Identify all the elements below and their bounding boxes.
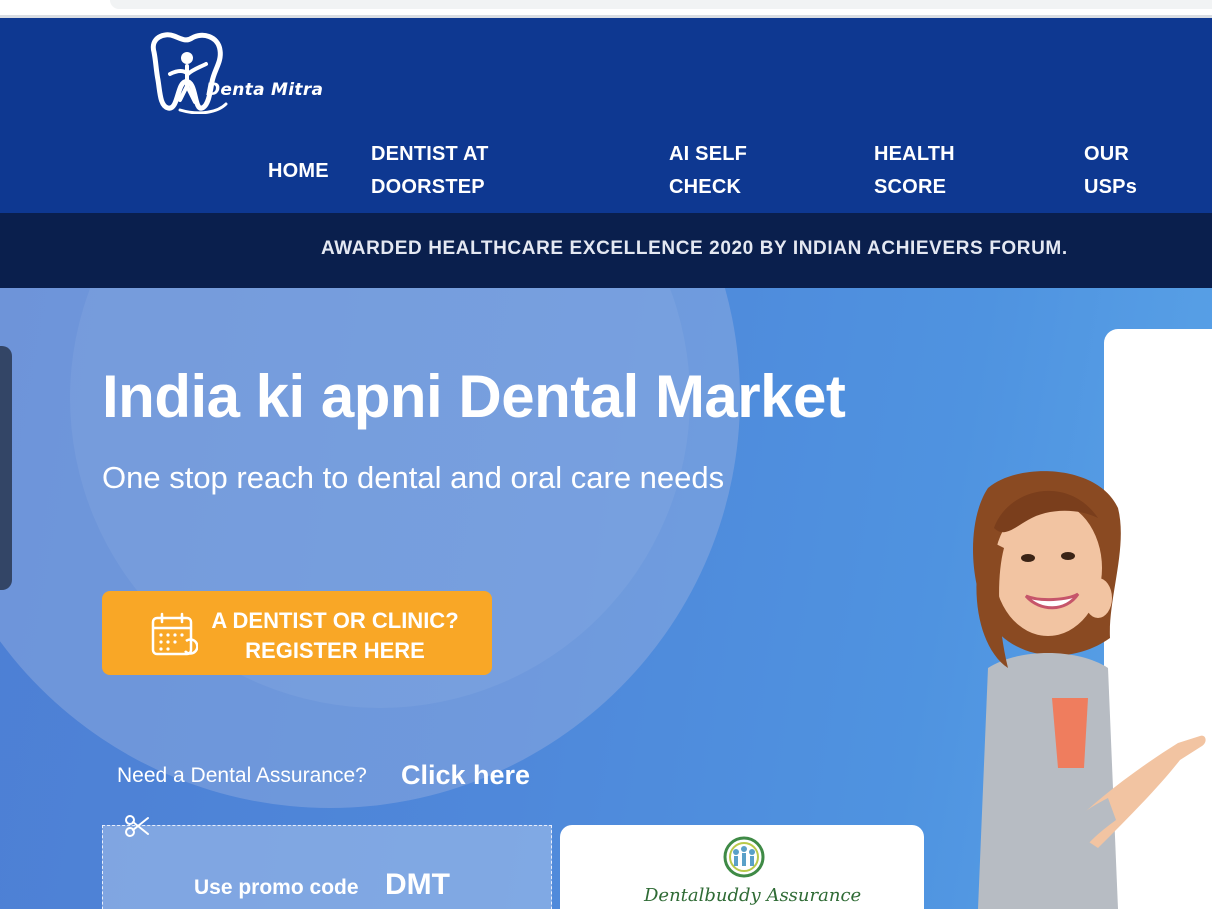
nav-ai-self-check[interactable]: AI SELF CHECK <box>669 138 747 204</box>
register-dentist-button[interactable]: A DENTIST OR CLINIC? REGISTER HERE <box>102 591 492 675</box>
calendar-icon <box>151 612 198 656</box>
nav-label-line1: DENTIST AT <box>371 143 489 165</box>
hero-title: India ki apni Dental Market <box>102 363 846 430</box>
promo-code: DMT <box>385 868 450 901</box>
browser-tab-bar <box>110 0 1212 9</box>
register-button-line1: A DENTIST OR CLINIC? <box>211 608 459 633</box>
scissors-icon <box>125 815 149 837</box>
nav-label-line2: SCORE <box>874 176 947 198</box>
brand-name[interactable]: Denta Mitra <box>206 80 323 100</box>
nav-home[interactable]: HOME <box>268 155 329 188</box>
nav-dentist-at-doorstep[interactable]: DENTIST AT DOORSTEP <box>371 138 489 204</box>
social-sidebar <box>0 346 12 590</box>
browser-top-strip <box>0 0 1212 18</box>
nav-label-line2: DOORSTEP <box>371 176 485 198</box>
smiling-woman-image <box>973 471 1206 909</box>
hero-section: India ki apni Dental Market One stop rea… <box>0 288 1212 909</box>
site-header: Denta Mitra HOME DENTIST AT DOORSTEP AI … <box>0 18 1212 213</box>
nav-health-score[interactable]: HEALTH SCORE <box>874 138 955 204</box>
nav-label-line2: CHECK <box>669 176 742 198</box>
assurance-click-here-link[interactable]: Click here <box>401 760 530 791</box>
nav-home-label: HOME <box>268 160 329 182</box>
register-button-line2: REGISTER HERE <box>245 638 425 663</box>
award-banner-text: AWARDED HEALTHCARE EXCELLENCE 2020 BY IN… <box>321 238 1068 259</box>
nav-label-line1: OUR <box>1084 143 1130 165</box>
dentalbuddy-logo-icon <box>723 836 765 878</box>
nav-label-line1: AI SELF <box>669 143 748 165</box>
nav-our-usps[interactable]: OUR USPs <box>1084 138 1137 204</box>
logo-tooth-icon[interactable] <box>140 30 330 114</box>
nav-label-line2: USPs <box>1084 176 1138 198</box>
assurance-question: Need a Dental Assurance? <box>117 764 367 787</box>
dentalbuddy-assurance-card[interactable]: Dentalbuddy Assurance <box>560 825 924 909</box>
dentalbuddy-name: Dentalbuddy Assurance <box>644 885 862 906</box>
award-banner: AWARDED HEALTHCARE EXCELLENCE 2020 BY IN… <box>0 213 1212 288</box>
hero-subtitle: One stop reach to dental and oral care n… <box>102 460 725 495</box>
nav-label-line1: HEALTH <box>874 143 955 165</box>
promo-label: Use promo code <box>194 876 359 899</box>
